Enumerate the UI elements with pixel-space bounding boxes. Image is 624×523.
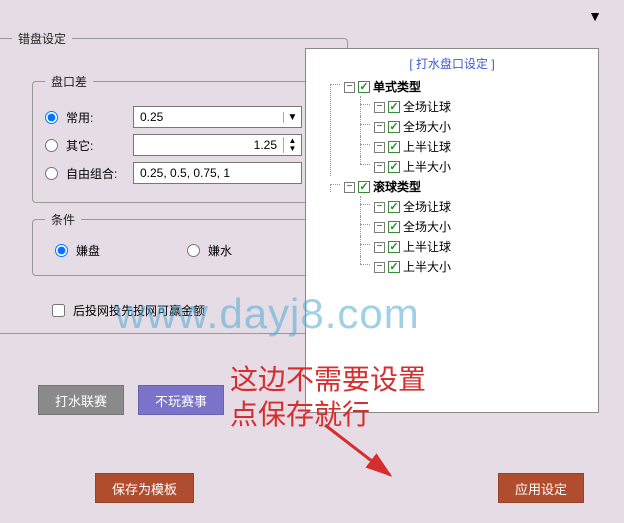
radio-water-label: 嫌水 (208, 242, 232, 259)
spinner-icon[interactable]: ▲▼ (283, 137, 301, 153)
bottom-buttons: 保存为模板 应用设定 (0, 473, 624, 503)
checkbox-icon[interactable]: ✓ (388, 241, 400, 253)
checkbox-icon[interactable]: ✓ (388, 221, 400, 233)
diff-title: 盘口差 (45, 73, 93, 90)
radio-pan[interactable]: 嫌盘 (55, 242, 137, 259)
collapse-icon[interactable]: − (374, 222, 385, 233)
collapse-icon[interactable]: − (374, 202, 385, 213)
post-net-label: 后投网投先投网可赢金额 (73, 302, 205, 319)
radio-water-input[interactable] (187, 244, 200, 257)
tree-group-1[interactable]: − ✓ 单式类型 (344, 78, 421, 96)
tree-panel: [ 打水盘口设定 ] − ✓ 单式类型 −✓全场让球 −✓全场大小 −✓上半让球… (305, 48, 599, 413)
other-value-input[interactable] (134, 136, 283, 154)
cond-title: 条件 (45, 211, 81, 228)
tree-item[interactable]: −✓全场大小 (374, 218, 451, 236)
match-button[interactable]: 打水联赛 (38, 385, 124, 415)
other-spinner[interactable]: ▲▼ (133, 134, 302, 156)
tree-group-2[interactable]: − ✓ 滚球类型 (344, 178, 421, 196)
cond-fieldset: 条件 嫌盘 嫌水 (32, 211, 315, 276)
radio-pan-label: 嫌盘 (76, 242, 100, 259)
post-net-checkbox[interactable] (52, 304, 65, 317)
apply-settings-button[interactable]: 应用设定 (498, 473, 584, 503)
checkbox-icon[interactable]: ✓ (388, 161, 400, 173)
collapse-icon[interactable]: − (374, 162, 385, 173)
collapse-icon[interactable]: − (374, 262, 385, 273)
tree-item[interactable]: −✓上半大小 (374, 258, 451, 276)
free-value-input[interactable] (133, 162, 302, 184)
radio-common-input[interactable] (45, 111, 58, 124)
common-value-input[interactable] (134, 108, 283, 126)
radio-other-input[interactable] (45, 139, 58, 152)
wrong-fieldset: 错盘设定 盘口差 常用: ▼ 其它: (0, 30, 348, 334)
radio-other[interactable]: 其它: (45, 137, 127, 154)
radio-pan-input[interactable] (55, 244, 68, 257)
radio-free-input[interactable] (45, 167, 58, 180)
checkbox-icon[interactable]: ✓ (388, 201, 400, 213)
radio-other-label: 其它: (66, 137, 93, 154)
tree-item[interactable]: −✓全场大小 (374, 118, 451, 136)
tree: − ✓ 单式类型 −✓全场让球 −✓全场大小 −✓上半让球 −✓上半大小 − ✓… (306, 76, 598, 276)
radio-water[interactable]: 嫌水 (187, 242, 269, 259)
collapse-icon[interactable]: − (374, 122, 385, 133)
tree-group-2-label: 滚球类型 (373, 178, 421, 196)
checkbox-icon[interactable]: ✓ (358, 81, 370, 93)
collapse-icon[interactable]: − (374, 242, 385, 253)
tree-title: [ 打水盘口设定 ] (306, 49, 598, 76)
tree-item[interactable]: −✓上半让球 (374, 238, 451, 256)
collapse-icon[interactable]: − (374, 142, 385, 153)
collapse-icon[interactable]: − (374, 102, 385, 113)
checkbox-icon[interactable]: ✓ (388, 121, 400, 133)
radio-common[interactable]: 常用: (45, 109, 127, 126)
collapse-icon[interactable]: − (344, 182, 355, 193)
dropdown-caret-icon[interactable]: ▼ (588, 8, 602, 24)
wrong-title: 错盘设定 (12, 30, 72, 47)
skip-button[interactable]: 不玩赛事 (138, 385, 224, 415)
chevron-down-icon[interactable]: ▼ (283, 112, 301, 123)
save-template-button[interactable]: 保存为模板 (95, 473, 194, 503)
radio-free[interactable]: 自由组合: (45, 165, 127, 182)
tree-item[interactable]: −✓全场让球 (374, 198, 451, 216)
checkbox-icon[interactable]: ✓ (388, 101, 400, 113)
checkbox-icon[interactable]: ✓ (388, 141, 400, 153)
radio-common-label: 常用: (66, 109, 93, 126)
common-combo[interactable]: ▼ (133, 106, 302, 128)
tree-item[interactable]: −✓全场让球 (374, 98, 451, 116)
radio-free-label: 自由组合: (66, 165, 117, 182)
left-panel: 错盘设定 盘口差 常用: ▼ 其它: (0, 30, 295, 334)
collapse-icon[interactable]: − (344, 82, 355, 93)
checkbox-icon[interactable]: ✓ (358, 181, 370, 193)
action-buttons: 打水联赛 不玩赛事 (38, 385, 224, 415)
tree-item[interactable]: −✓上半大小 (374, 158, 451, 176)
tree-item[interactable]: −✓上半让球 (374, 138, 451, 156)
diff-fieldset: 盘口差 常用: ▼ 其它: ▲▼ (32, 73, 315, 203)
checkbox-icon[interactable]: ✓ (388, 261, 400, 273)
tree-group-1-label: 单式类型 (373, 78, 421, 96)
